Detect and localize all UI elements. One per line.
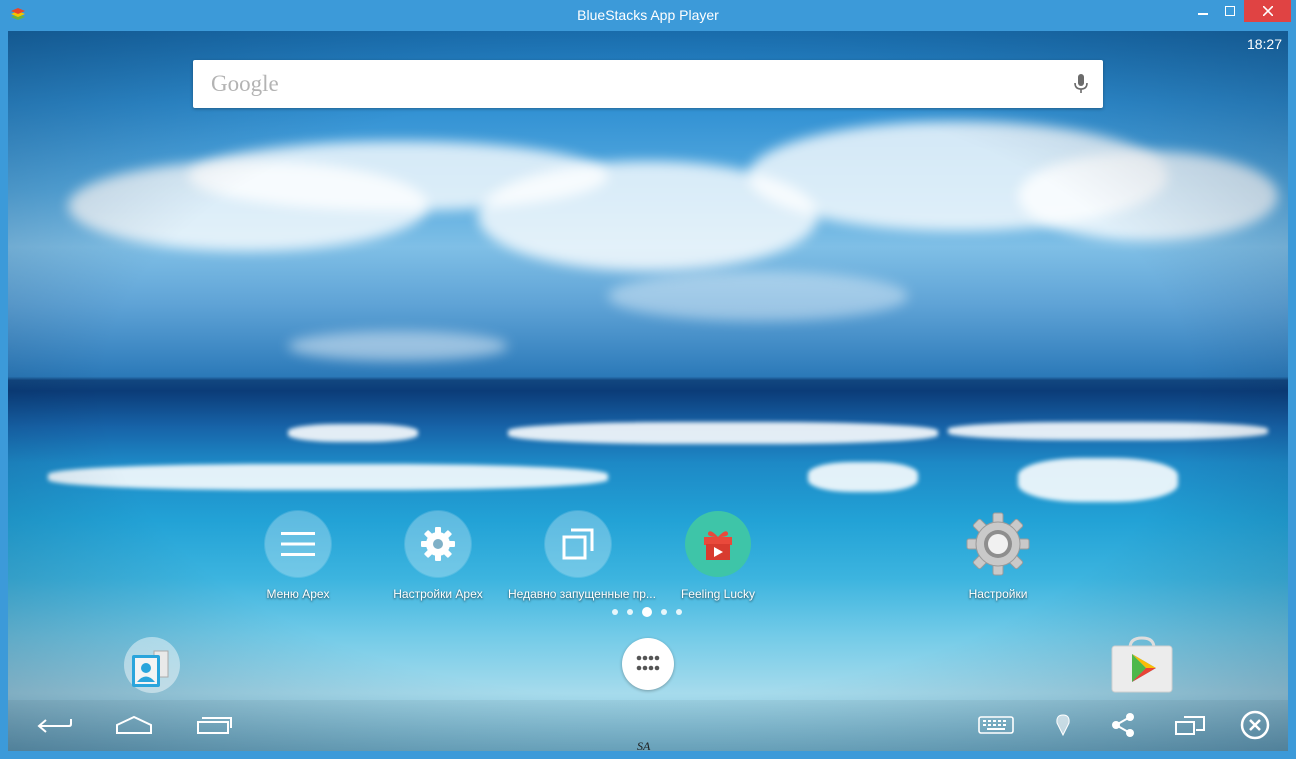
app-icon-circle	[965, 511, 1031, 577]
menu-icon	[281, 532, 315, 556]
app-settings[interactable]: Настройки	[928, 511, 1068, 601]
back-button[interactable]	[34, 710, 74, 740]
maximize-button[interactable]	[1217, 0, 1243, 22]
recents-icon	[197, 717, 232, 734]
window-title-bar: BlueStacks App Player	[0, 0, 1296, 31]
window-frame-left	[0, 31, 8, 759]
app-label: Настройки Apex	[393, 587, 483, 601]
gift-icon	[704, 531, 732, 560]
recents-button[interactable]	[194, 710, 234, 740]
play-store-icon	[1111, 636, 1173, 693]
share-icon	[1112, 713, 1134, 737]
app-feeling-lucky[interactable]: Feeling Lucky	[648, 511, 788, 601]
page-indicator	[612, 607, 682, 617]
app-recent[interactable]: Недавно запущенные пр...	[508, 511, 656, 601]
app-apex-settings[interactable]: Настройки Apex	[368, 511, 508, 601]
mic-icon[interactable]	[1071, 73, 1091, 95]
location-icon	[1056, 714, 1070, 737]
window-frame-right	[1288, 31, 1296, 759]
app-label: Feeling Lucky	[680, 587, 756, 601]
contacts-icon	[132, 650, 169, 687]
gear-icon	[421, 527, 455, 561]
app-icon-circle	[405, 511, 471, 577]
app-label: Меню Apex	[266, 587, 330, 601]
close-window-button[interactable]	[1244, 0, 1291, 22]
app-label: Настройки	[968, 587, 1028, 601]
page-dot-active[interactable]	[642, 607, 652, 617]
home-icon	[116, 715, 152, 734]
android-home-screen: 18:27 Google Меню Apex Настройки Apex Не…	[8, 31, 1288, 751]
dock-contacts[interactable]	[124, 637, 180, 693]
close-icon	[1262, 6, 1273, 16]
settings-gear-icon	[966, 512, 1030, 576]
app-drawer-icon	[636, 655, 660, 671]
page-dot[interactable]	[676, 609, 682, 615]
share-button[interactable]	[1108, 710, 1138, 740]
app-apex-menu[interactable]: Меню Apex	[228, 511, 368, 601]
app-icon-circle	[545, 511, 611, 577]
back-icon	[37, 719, 72, 733]
status-clock: 18:27	[1246, 36, 1282, 52]
page-dot[interactable]	[627, 609, 633, 615]
minimize-button[interactable]	[1190, 0, 1216, 22]
maximize-icon	[1225, 6, 1235, 16]
window-frame-bottom	[0, 751, 1296, 759]
app-label: Недавно запущенные пр...	[508, 587, 656, 601]
close-app-button[interactable]	[1237, 710, 1273, 740]
page-dot[interactable]	[612, 609, 618, 615]
dock-app-drawer[interactable]	[622, 638, 674, 690]
multiscreen-button[interactable]	[1172, 710, 1208, 740]
recent-apps-icon	[562, 528, 594, 560]
watermark: SA	[637, 739, 651, 751]
home-button[interactable]	[114, 710, 154, 740]
close-app-icon	[1240, 710, 1270, 740]
app-icon-circle	[685, 511, 751, 577]
multiscreen-icon	[1175, 716, 1205, 735]
page-dot[interactable]	[661, 609, 667, 615]
google-search-bar[interactable]: Google	[193, 60, 1103, 108]
keyboard-icon	[978, 716, 1014, 734]
window-title: BlueStacks App Player	[577, 7, 719, 23]
minimize-icon	[1198, 13, 1208, 15]
app-icon-circle	[265, 511, 331, 577]
dock-play-store[interactable]	[1110, 634, 1174, 694]
google-logo: Google	[211, 71, 279, 96]
keyboard-button[interactable]	[976, 710, 1016, 740]
location-button[interactable]	[1048, 710, 1078, 740]
